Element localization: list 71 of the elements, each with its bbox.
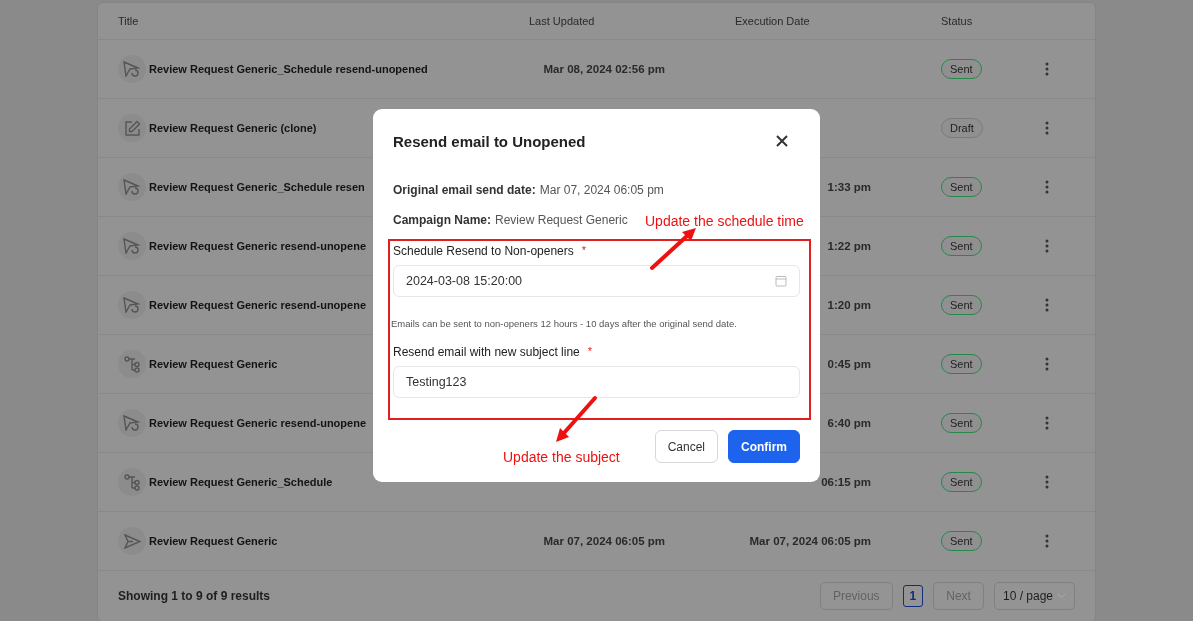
column-header: Execution Date [735,15,811,27]
send-arrows-icon [123,415,141,431]
execution-date-cell: 6:40 pm [827,417,871,429]
execution-date-cell: Mar 07, 2024 06:05 pm [749,535,871,547]
field-label: Schedule Resend to Non-openers [393,244,574,258]
campaign-title[interactable]: Review Request Generic resend-unopene [149,240,366,252]
status-badge: Sent [941,295,982,315]
column-header: Status [941,15,974,27]
column-header: Last Updated [529,15,596,27]
campaign-title[interactable]: Review Request Generic [149,358,278,370]
page-button[interactable]: 1 [902,585,924,607]
more-options-icon[interactable] [1045,416,1049,430]
more-options-icon[interactable] [1045,298,1049,312]
annotation-arrow [553,395,599,445]
campaign-title[interactable]: Review Request Generic (clone) [149,122,317,134]
status-badge: Sent [941,59,982,79]
send-arrows-icon [123,61,141,77]
info-value: Review Request Generic [495,213,628,227]
required-mark: * [581,244,587,258]
cancel-button[interactable]: Cancel [654,430,718,463]
send-arrows-icon [123,179,141,195]
calendar-icon [775,275,787,287]
last-updated-cell: Mar 07, 2024 06:05 pm [543,535,665,547]
flow-tree-icon [124,355,140,373]
flow-tree-icon [124,473,140,491]
more-options-icon[interactable] [1045,475,1049,489]
column-header: Title [118,15,140,27]
edit-icon [123,119,141,137]
page-size-dropdown[interactable]: 10 / page [993,582,1075,610]
send-arrows-icon [123,238,141,254]
execution-date-cell: 1:33 pm [827,181,871,193]
more-options-icon[interactable] [1045,121,1049,135]
info-label: Original email send date: [393,183,536,197]
annotation-text: Update the subject [503,449,620,465]
dialog-title: Resend email to Unopened [393,132,586,150]
campaign-title[interactable]: Review Request Generic resend-unopene [149,417,366,429]
send-arrows-icon [123,297,141,313]
required-mark: * [587,345,593,359]
more-options-icon[interactable] [1045,62,1049,76]
send-icon [123,533,141,549]
campaign-title[interactable]: Review Request Generic [149,535,278,547]
execution-date-cell: 0:45 pm [827,358,871,370]
campaign-title[interactable]: Review Request Generic_Schedule resend-unopened [149,63,428,75]
status-badge: Sent [941,413,982,433]
status-badge: Sent [941,354,982,374]
more-options-icon[interactable] [1045,180,1049,194]
info-value: Mar 07, 2024 06:05 pm [539,183,664,197]
last-updated-cell: Mar 08, 2024 02:56 pm [543,63,665,75]
annotation-text: Update the schedule time [645,213,804,229]
subject-field[interactable]: Testing123 [393,366,800,398]
info-label: Campaign Name: [393,213,492,227]
execution-date-cell: 1:20 pm [827,299,871,311]
campaign-title[interactable]: Review Request Generic resend-unopene [149,299,366,311]
status-badge: Draft [941,118,983,138]
execution-date-cell: 06:15 pm [821,476,871,488]
execution-date-cell: 1:22 pm [827,240,871,252]
more-options-icon[interactable] [1045,534,1049,548]
status-badge: Sent [941,177,982,197]
campaign-title[interactable]: Review Request Generic_Schedule resen [149,181,365,193]
field-label: Resend email with new subject line [393,345,580,359]
close-icon [774,133,790,149]
more-options-icon[interactable] [1045,239,1049,253]
status-badge: Sent [941,236,982,256]
results-summary: Showing 1 to 9 of 9 results [118,589,272,603]
confirm-button[interactable]: Confirm [728,430,800,463]
status-badge: Sent [941,531,982,551]
more-options-icon[interactable] [1045,357,1049,371]
status-badge: Sent [941,472,982,492]
campaign-title[interactable]: Review Request Generic_Schedule [149,476,333,488]
date-time-field[interactable]: 2024-03-08 15:20:00 [393,265,800,297]
hint-text: Emails can be sent to non-openers 12 hours - 10 days after the original send date. [391,318,738,329]
